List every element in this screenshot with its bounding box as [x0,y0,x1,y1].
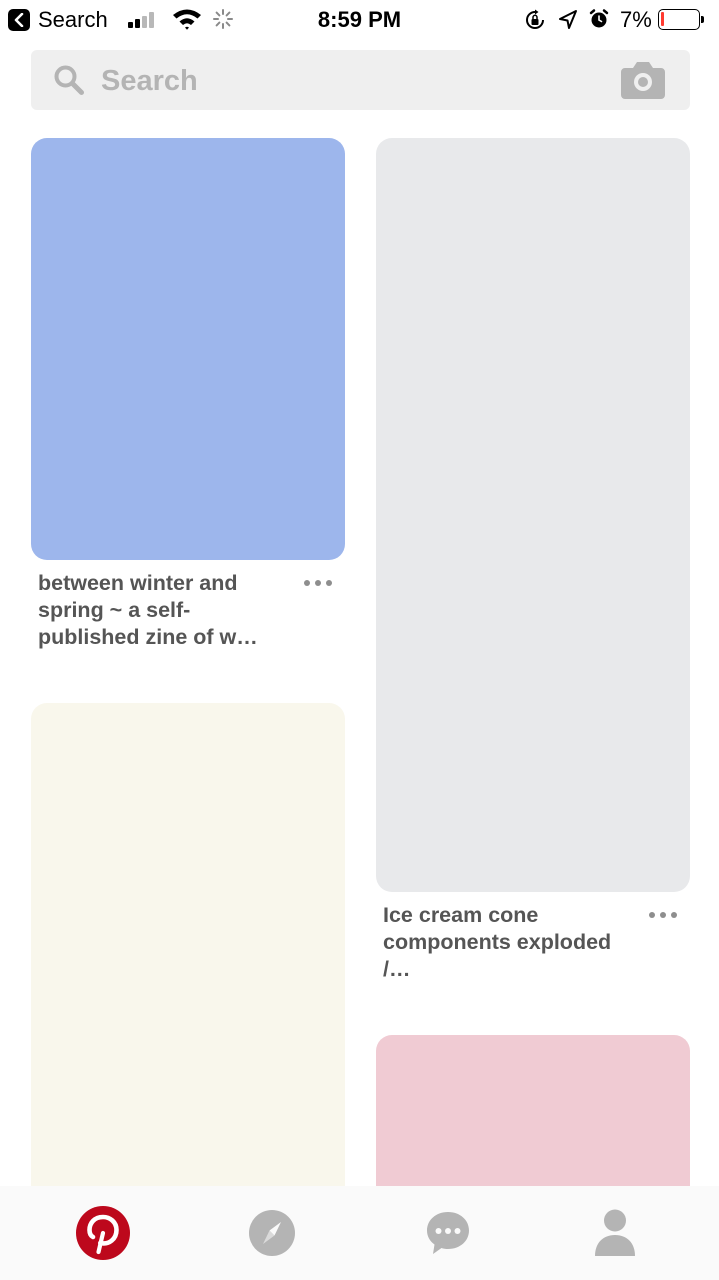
person-icon [595,1209,635,1256]
orientation-lock-icon [526,9,544,29]
chat-bubble-icon [427,1212,469,1254]
alarm-icon [589,9,609,28]
tab-messages[interactable] [358,1186,538,1280]
battery-nub [701,16,704,23]
pin-image[interactable] [376,138,690,892]
tab-profile[interactable] [525,1186,705,1280]
tab-home[interactable] [13,1186,193,1280]
search-input[interactable] [99,58,583,104]
pin-image[interactable] [31,703,345,1243]
camera-icon[interactable] [619,60,667,100]
compass-icon [249,1210,295,1256]
tab-explore[interactable] [182,1186,362,1280]
pin-title[interactable]: Ice cream cone components exploded /… [383,902,623,983]
status-time: 8:59 PM [317,7,402,32]
more-dots-icon[interactable] [647,905,681,925]
battery-fill [661,12,664,26]
location-arrow-icon [559,10,577,29]
search-icon [54,65,84,95]
pinterest-logo-icon [76,1206,130,1260]
battery-icon [658,9,700,30]
pin-image[interactable] [31,138,345,560]
pin-title[interactable]: between winter and spring ~ a self-publi… [38,570,278,651]
more-dots-icon[interactable] [302,573,336,593]
bottom-tab-bar [0,1186,719,1280]
search-bar[interactable] [31,50,690,110]
battery-percent: 7% [620,7,652,32]
status-bar: Search 8:59 PM 7% [0,0,719,40]
